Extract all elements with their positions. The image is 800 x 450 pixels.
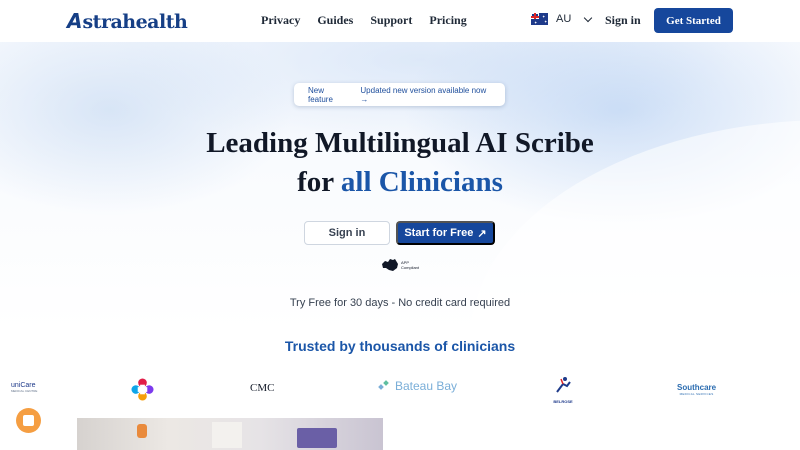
medical-cross-logo: [131, 378, 154, 401]
australia-map-icon: [382, 259, 398, 271]
announcement-tag: New feature: [308, 85, 333, 104]
hero-headline-line1: Leading Multilingual AI Scribe: [206, 127, 594, 159]
preview-shape: [137, 424, 147, 438]
preview-shape: [297, 428, 337, 448]
trial-note: Try Free for 30 days - No credit card re…: [289, 297, 511, 309]
top-nav: A strahealth Privacy Guides Support Pric…: [0, 0, 800, 42]
arrow-up-right-icon: ↗: [477, 227, 487, 240]
belrose-text: BELROSE: [553, 399, 573, 404]
flag-star: ✦: [534, 20, 538, 25]
unicare-logo-subtext: MEDICAL CENTRE: [11, 389, 38, 393]
unicare-logo-text: uniCare: [11, 382, 36, 389]
nav-signin-link[interactable]: Sign in: [605, 13, 641, 28]
southcare-text: Southcare: [677, 383, 717, 392]
nav-link-support[interactable]: Support: [370, 13, 412, 28]
hero-signin-button[interactable]: Sign in: [304, 221, 390, 245]
nav-link-pricing[interactable]: Pricing: [429, 13, 466, 28]
chat-icon: [23, 415, 34, 426]
chevron-down-icon: [584, 13, 593, 22]
hero-headline-prefix: for: [297, 166, 341, 198]
unicare-logo: uniCare MEDICAL CENTRE: [11, 382, 37, 393]
product-screenshot-preview: [77, 418, 383, 450]
app-badge-line2: Compliant: [401, 265, 420, 270]
bateau-bay-text: Bateau Bay: [395, 379, 458, 393]
chat-launcher-button[interactable]: [16, 408, 41, 433]
get-started-button[interactable]: Get Started: [654, 8, 733, 33]
nav-link-privacy[interactable]: Privacy: [261, 13, 300, 28]
start-free-button[interactable]: Start for Free ↗: [396, 221, 495, 245]
nav-link-guides[interactable]: Guides: [317, 13, 353, 28]
hero-headline-accent: all Clinicians: [340, 166, 503, 198]
site-logo[interactable]: A strahealth: [67, 9, 188, 33]
locale-label: AU: [556, 13, 572, 25]
announcement-pill[interactable]: New feature Updated new version availabl…: [294, 83, 505, 106]
bateau-bay-logo: Bateau Bay: [378, 379, 457, 393]
preview-shape: [212, 422, 242, 448]
app-compliant-badge: APP Compliant: [381, 257, 421, 273]
belrose-logo: BELROSE: [551, 376, 575, 404]
app-compliant-text: APP Compliant: [401, 260, 419, 270]
logo-text: strahealth: [82, 11, 188, 33]
hero-headline-line2: for all Clinicians: [0, 163, 800, 201]
cmc-logo: CMC: [250, 382, 275, 394]
southcare-logo: Southcare MEDICAL SERVICES: [677, 383, 716, 396]
nav-links: Privacy Guides Support Pricing: [261, 13, 467, 28]
start-free-label: Start for Free: [404, 227, 474, 239]
australia-flag-icon: ✦ ✦ ✦: [531, 13, 548, 25]
logo-mark: A: [67, 9, 83, 33]
flag-star: ✦: [544, 19, 548, 24]
locale-selector[interactable]: ✦ ✦ ✦ AU: [531, 13, 593, 25]
bateau-bay-mark-icon: [378, 380, 389, 390]
flag-cross-vertical: [534, 13, 536, 19]
announcement-message: Updated new version available now →: [360, 85, 487, 104]
belrose-figure-icon: [556, 377, 571, 393]
southcare-subtext: MEDICAL SERVICES: [679, 392, 714, 396]
trusted-heading: Trusted by thousands of clinicians: [284, 338, 516, 354]
